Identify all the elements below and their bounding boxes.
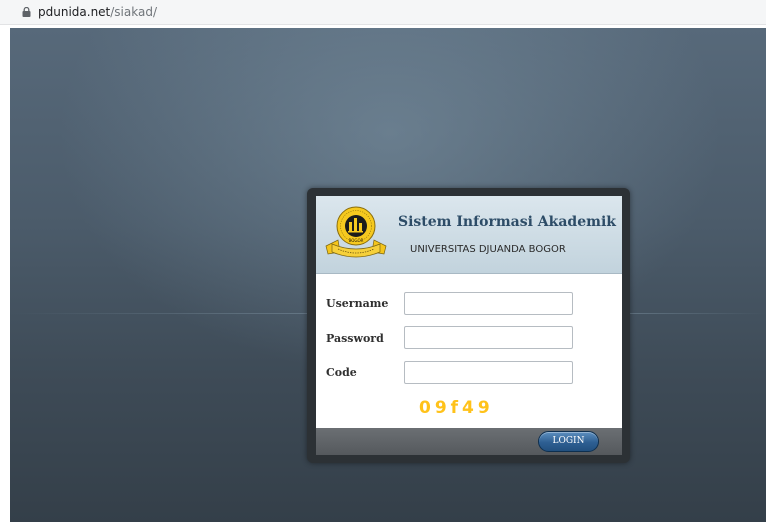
username-input[interactable] [404, 292, 573, 315]
url-text[interactable]: pdunida.net/siakad/ [38, 4, 157, 20]
login-panel-inner: BOGOR Sistem Informasi Akademik UNIVERSI… [316, 196, 622, 455]
university-seal-icon: BOGOR [325, 206, 387, 258]
app-title: Sistem Informasi Akademik [398, 214, 616, 230]
code-label: Code [326, 366, 357, 379]
code-input[interactable] [404, 361, 573, 384]
login-footer: LOGIN [316, 428, 622, 455]
login-header: BOGOR Sistem Informasi Akademik UNIVERSI… [316, 196, 622, 274]
password-input[interactable] [404, 326, 573, 349]
logo-bogor-text: BOGOR [349, 238, 364, 243]
url-host: pdunida.net [38, 5, 111, 19]
captcha-text: 09f49 [419, 398, 494, 418]
password-label: Password [326, 332, 384, 345]
captcha-image: 09f49 [406, 396, 524, 423]
browser-address-bar[interactable]: pdunida.net/siakad/ [0, 0, 766, 25]
login-panel: BOGOR Sistem Informasi Akademik UNIVERSI… [307, 188, 630, 463]
url-path: /siakad/ [110, 5, 157, 19]
lock-icon [22, 7, 31, 17]
login-button[interactable]: LOGIN [538, 431, 599, 452]
decorative-line-left [10, 313, 307, 314]
university-name: UNIVERSITAS DJUANDA BOGOR [410, 244, 566, 255]
decorative-line-right [629, 313, 766, 314]
username-label: Username [326, 297, 389, 310]
